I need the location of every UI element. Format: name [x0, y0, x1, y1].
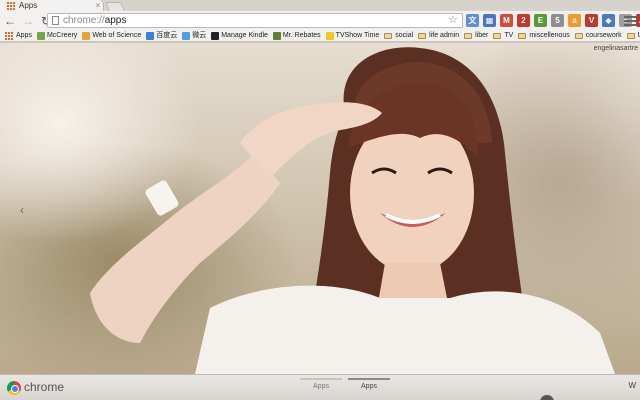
bookmark-folder[interactable]: liber — [464, 30, 488, 41]
close-icon[interactable]: × — [93, 0, 103, 11]
bookmark-label: 百度云 — [156, 32, 178, 39]
url-path: apps — [104, 15, 127, 26]
notification-icon[interactable]: 5 — [551, 14, 564, 27]
page-icon — [52, 16, 59, 25]
calendar-icon[interactable]: ▦ — [483, 14, 496, 27]
site-favicon-icon — [82, 31, 91, 40]
bookmark-item[interactable]: Apps — [5, 30, 32, 41]
apps-page: engelinasartre ‹ — [0, 43, 640, 374]
amazon-icon[interactable]: a — [568, 14, 581, 27]
chrome-logo-icon — [7, 381, 21, 395]
bookmark-item[interactable]: Manage Kindle — [211, 30, 268, 41]
folder-icon — [384, 32, 393, 39]
address-bar[interactable]: chrome://apps ☆ — [47, 13, 463, 28]
page-indicator-bar — [348, 378, 390, 380]
previous-page-arrow-icon[interactable]: ‹ — [20, 203, 24, 217]
site-favicon-icon — [146, 31, 155, 40]
page-switcher-label: Apps — [313, 383, 329, 390]
site-favicon-icon — [211, 31, 220, 40]
vimeo-icon[interactable]: V — [585, 14, 598, 27]
menu-icon[interactable] — [624, 14, 636, 27]
bookmark-label: miscellenous — [529, 32, 570, 39]
apps-grid-icon — [5, 31, 13, 40]
toolbar: ← → ↻ chrome://apps ☆ 文▦M2E5aV◆●… — [0, 11, 640, 30]
readability-icon[interactable]: 2 — [517, 14, 530, 27]
page-indicator-bar — [300, 378, 342, 380]
page-switcher: Apps Apps — [300, 378, 390, 390]
bookmark-item[interactable]: 百度云 — [146, 30, 177, 41]
trash-icon[interactable] — [540, 395, 554, 400]
tab-title: Apps — [19, 1, 38, 10]
shield-icon[interactable]: ◆ — [602, 14, 615, 27]
bookmark-folder[interactable]: TV — [493, 30, 513, 41]
bookmark-label: Apps — [16, 32, 32, 39]
folder-icon — [518, 32, 527, 39]
bookmark-label: Manage Kindle — [221, 32, 268, 39]
bookmark-label: coursework — [585, 32, 622, 39]
site-favicon-icon — [36, 31, 45, 40]
bookmark-item[interactable]: TVShow Time — [325, 30, 380, 41]
page-switcher-tab[interactable]: Apps — [348, 378, 390, 390]
gmail-icon[interactable]: M — [500, 14, 513, 27]
back-button[interactable]: ← — [2, 13, 18, 29]
bookmark-label: McCreery — [46, 32, 78, 39]
bookmark-folder[interactable]: miscellenous — [518, 30, 570, 41]
bookmark-label: social — [395, 32, 414, 39]
bookmark-item[interactable]: McCreery — [36, 30, 78, 41]
folder-icon — [464, 32, 473, 39]
bookmark-item[interactable]: 微云 — [182, 30, 206, 41]
bookmark-label: TV — [504, 32, 514, 39]
bookmark-label: TVShow Time — [335, 32, 380, 39]
bookmarks-bar: Apps McCreery Web of Science 百度云 微云 Manage Ki… — [0, 30, 640, 42]
page-switcher-label: Apps — [361, 383, 377, 390]
bookmark-folder[interactable]: coursework — [574, 30, 622, 41]
folder-icon — [574, 32, 583, 39]
bookmark-label: 微云 — [192, 32, 207, 39]
translate-icon[interactable]: 文 — [466, 14, 479, 27]
new-tab-button[interactable] — [105, 2, 125, 11]
page-switcher-tab[interactable]: Apps — [300, 378, 342, 390]
site-favicon-icon — [325, 31, 334, 40]
url-text[interactable]: chrome://apps — [63, 15, 126, 26]
bottom-bar: chrome Apps Apps W — [0, 374, 640, 400]
bookmark-star-icon[interactable]: ☆ — [448, 14, 458, 27]
bookmark-label: life admin — [429, 32, 460, 39]
url-scheme: chrome:// — [63, 15, 105, 26]
chrome-wordmark: chrome — [24, 380, 65, 394]
bookmark-folder[interactable]: social — [384, 30, 413, 41]
bookmark-item[interactable]: Web of Science — [82, 30, 141, 41]
evernote-icon[interactable]: E — [534, 14, 547, 27]
site-favicon-icon — [272, 31, 281, 40]
bookmark-item[interactable]: Mr. Rebates — [272, 30, 321, 41]
site-favicon-icon — [182, 31, 191, 40]
bookmark-folder[interactable]: life admin — [418, 30, 459, 41]
extension-icons: 文▦M2E5aV◆●… — [466, 14, 640, 27]
wallpaper-photo — [90, 47, 615, 374]
folder-icon — [418, 32, 427, 39]
forward-button[interactable]: → — [20, 13, 36, 29]
web-store-link[interactable]: W — [628, 381, 636, 390]
signed-in-user[interactable]: engelinasartre — [594, 45, 638, 52]
folder-icon — [493, 32, 502, 39]
bookmark-label: Web of Science — [92, 32, 142, 39]
bookmark-label: Mr. Rebates — [282, 32, 321, 39]
bookmark-label: liber — [475, 32, 489, 39]
tab-apps[interactable]: Apps × — [0, 0, 104, 11]
folder-icon — [626, 32, 635, 39]
lastpass-icon[interactable]: … — [636, 14, 640, 27]
bookmark-folder[interactable]: UH — [626, 30, 640, 41]
apps-grid-icon — [7, 1, 15, 10]
tab-strip: Apps × — [0, 0, 640, 11]
